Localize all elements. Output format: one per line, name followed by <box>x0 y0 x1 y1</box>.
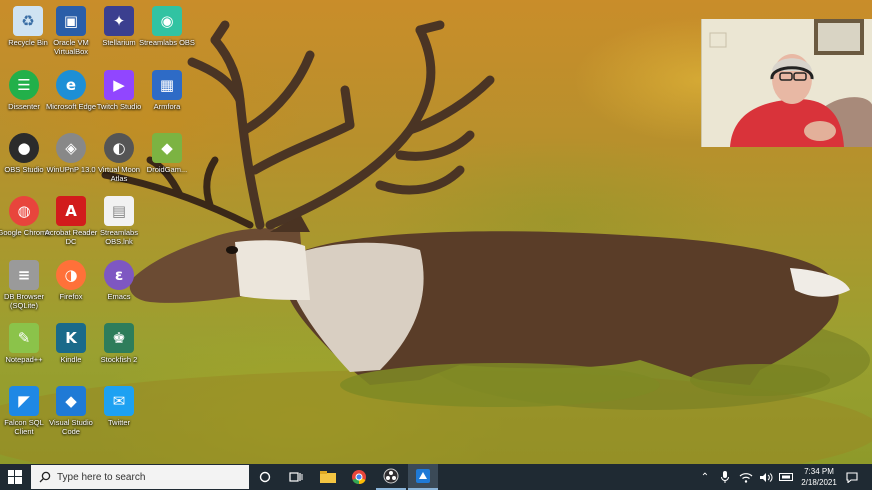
desktop-icon-label: Twitter <box>107 418 131 427</box>
firefox-icon: ◑ <box>56 260 86 290</box>
notepadpp-icon: ✎ <box>9 323 39 353</box>
stellarium-icon: ✦ <box>104 6 134 36</box>
desktop-icon-streamlabs[interactable]: ◉ Streamlabs OBS <box>139 3 195 65</box>
task-view-button[interactable] <box>281 464 311 490</box>
database-icon: ≡ <box>9 260 39 290</box>
cortana-icon <box>259 471 271 483</box>
file-explorer-icon <box>320 471 336 483</box>
desktop-icon-label: Armfora <box>153 102 181 111</box>
emacs-icon: ε <box>104 260 134 290</box>
desktop-icon-droidgam[interactable]: ◆ DroidGam... <box>139 130 195 192</box>
clock-date: 2/18/2021 <box>801 478 837 487</box>
taskbar-search-box[interactable]: Type here to search <box>31 465 249 489</box>
microphone-button[interactable] <box>718 464 732 490</box>
search-icon <box>39 471 51 483</box>
chrome-icon <box>352 470 366 485</box>
recycle-bin-icon: ♻ <box>13 6 43 36</box>
desktop-wallpaper: ♻ Recycle Bin ▣ Oracle VM VirtualBox ✦ S… <box>0 0 872 464</box>
start-button[interactable] <box>0 464 30 490</box>
acrobat-icon: A <box>56 196 86 226</box>
vscode-icon: ◆ <box>56 386 86 416</box>
taskbar-clock[interactable]: 7:34 PM 2/18/2021 <box>796 466 842 488</box>
twitch-icon: ▶ <box>104 70 134 100</box>
desktop-icon-streamlabs-lnk[interactable]: ▤ Streamlabs OBS.lnk <box>91 193 147 255</box>
chevron-up-icon: ⌃ <box>700 471 710 483</box>
edge-icon: e <box>56 70 86 100</box>
taskbar: Type here to search ⌃ 7:34 PM 2/18/2021 <box>0 464 872 490</box>
chrome-icon: ◍ <box>9 196 39 226</box>
wifi-icon <box>739 472 753 483</box>
webcam-overlay <box>701 19 872 147</box>
desktop-icon-twitter[interactable]: ✉ Twitter <box>91 383 147 445</box>
droid-icon: ◆ <box>152 133 182 163</box>
language-button[interactable] <box>778 464 794 490</box>
obs-icon <box>383 468 399 484</box>
taskbar-chrome[interactable] <box>344 464 374 490</box>
desktop-icon-stockfish[interactable]: ♚ Stockfish 2 <box>91 320 147 382</box>
streamlabs-icon: ◉ <box>152 6 182 36</box>
desktop-icon-emacs[interactable]: ε Emacs <box>91 257 147 319</box>
desktop-icon-label: Streamlabs OBS <box>139 38 195 47</box>
desktop-icon-label: Streamlabs OBS.lnk <box>100 228 138 246</box>
notification-icon <box>846 471 858 483</box>
webcam-person-image <box>702 19 872 147</box>
chess-icon: ♚ <box>104 323 134 353</box>
microphone-icon <box>721 471 729 483</box>
dissenter-icon: ☰ <box>9 70 39 100</box>
moon-atlas-icon: ◐ <box>104 133 134 163</box>
desktop-icon-label: Emacs <box>107 292 131 301</box>
twitter-icon: ✉ <box>104 386 134 416</box>
action-center-button[interactable] <box>843 464 861 490</box>
virtualbox-icon: ▣ <box>56 6 86 36</box>
desktop-icon-label: DroidGam... <box>146 165 188 174</box>
file-icon: ▤ <box>104 196 134 226</box>
taskbar-obs[interactable] <box>376 464 406 490</box>
network-button[interactable] <box>738 464 754 490</box>
desktop-icon-armfora[interactable]: ▦ Armfora <box>139 67 195 129</box>
armfora-icon: ▦ <box>152 70 182 100</box>
volume-button[interactable] <box>758 464 774 490</box>
app-icon <box>416 469 430 483</box>
winupnp-icon: ◈ <box>56 133 86 163</box>
windows-icon <box>8 470 22 484</box>
keyboard-icon <box>779 473 793 481</box>
speaker-icon <box>760 472 773 482</box>
clock-time: 7:34 PM <box>804 467 834 476</box>
desktop-icon-label: Stockfish 2 <box>100 355 138 364</box>
taskbar-file-explorer[interactable] <box>313 464 343 490</box>
kindle-icon: K <box>56 323 86 353</box>
obs-icon: ● <box>9 133 39 163</box>
task-view-icon <box>289 472 303 482</box>
search-placeholder: Type here to search <box>57 471 146 483</box>
falcon-icon: ◤ <box>9 386 39 416</box>
cortana-button[interactable] <box>250 464 280 490</box>
taskbar-active-app[interactable] <box>408 464 438 490</box>
show-hidden-icons-button[interactable]: ⌃ <box>698 464 712 490</box>
